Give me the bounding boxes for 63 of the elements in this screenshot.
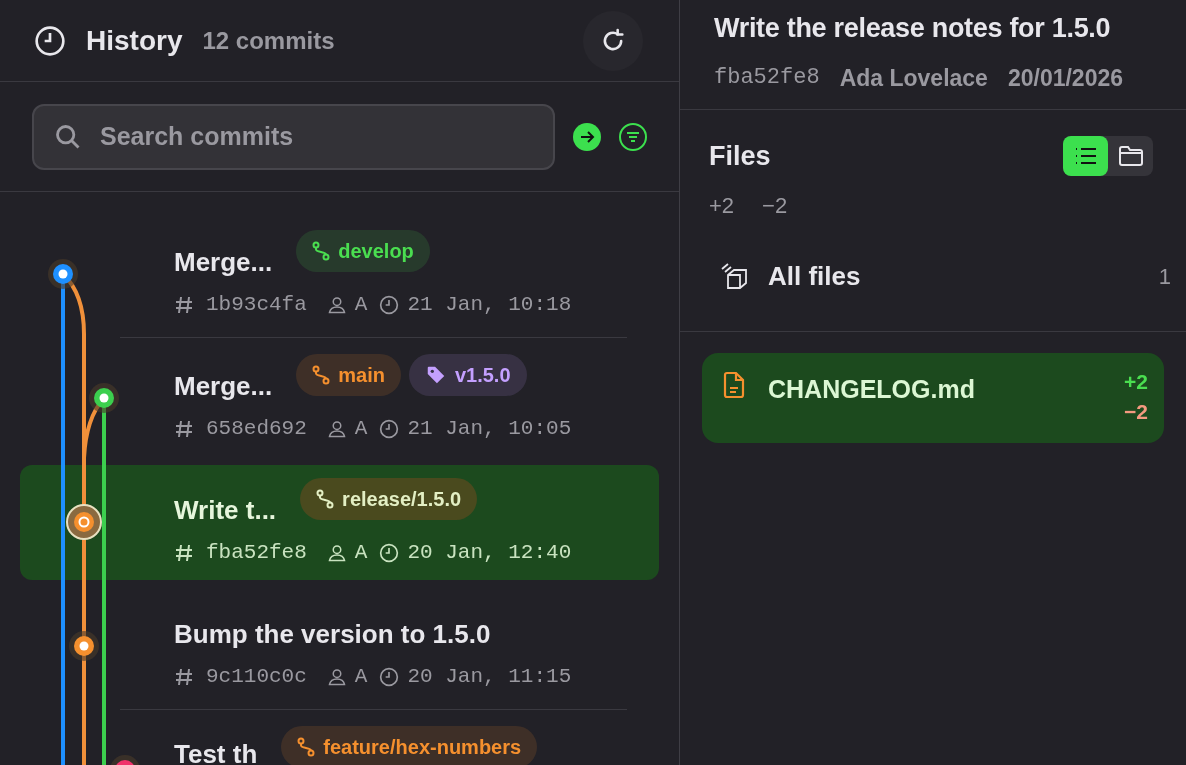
clock-icon — [34, 24, 66, 57]
filter-button[interactable] — [619, 122, 647, 151]
tag-badge: v1.5.0 — [408, 354, 527, 396]
hash-icon — [174, 294, 194, 315]
commit-time: 20 Jan, 11:15 — [407, 664, 572, 690]
clock-icon — [379, 542, 400, 563]
filter-icon — [625, 129, 641, 144]
commit-author: A — [354, 416, 368, 442]
clock-icon — [379, 666, 400, 687]
files-title: Files — [709, 140, 772, 173]
commit-date: 20/01/2026 — [1007, 63, 1124, 93]
search-icon — [54, 122, 82, 151]
hash-icon — [174, 666, 194, 687]
files-stack-icon — [720, 261, 748, 291]
user-icon — [326, 418, 347, 439]
clock-icon — [379, 418, 400, 439]
history-title: History — [86, 23, 183, 58]
user-icon — [326, 294, 347, 315]
commit-title: Merge... — [174, 373, 273, 399]
commit-count: 12 commits — [202, 25, 335, 56]
commit-title: Test th — [174, 741, 258, 765]
file-row[interactable]: CHANGELOG.md +2 −2 — [702, 352, 1164, 443]
commit-hash: fba52fe8 — [206, 540, 307, 566]
commit-hash: 1b93c4fa — [206, 292, 307, 318]
hash-icon — [174, 418, 194, 439]
user-icon — [326, 542, 347, 563]
search-field[interactable]: Search commits — [32, 103, 555, 170]
go-button[interactable] — [573, 122, 601, 151]
user-icon — [326, 666, 347, 687]
commit-author: A — [354, 540, 368, 566]
commit-hash: 9c110c0c — [206, 664, 307, 690]
branch-badge: main — [296, 354, 401, 396]
file-name: CHANGELOG.md — [768, 373, 975, 405]
commit-hash: 658ed692 — [206, 416, 307, 442]
added-count: +2 — [709, 191, 735, 220]
all-files-label[interactable]: All files — [768, 256, 861, 296]
commit-hash: fba52fe8 — [714, 64, 820, 93]
hash-icon — [174, 542, 194, 563]
commit-title: Write t... — [174, 497, 277, 523]
commit-author: A — [354, 664, 368, 690]
branch-badge: release/1.5.0 — [300, 478, 478, 520]
commit-title: Bump the version to 1.5.0 — [174, 621, 491, 647]
commit-detail-title: Write the release notes for 1.5.0 — [714, 12, 1112, 45]
branch-badge: develop — [296, 230, 430, 272]
commit-node[interactable] — [115, 760, 135, 765]
removed-count: −2 — [762, 191, 788, 220]
clock-icon — [379, 294, 400, 315]
branch-badge: feature/hex-numbers — [281, 726, 538, 765]
list-view-button[interactable] — [1063, 136, 1108, 176]
commit-time: 21 Jan, 10:18 — [407, 292, 572, 318]
commit-author: Ada Lovelace — [839, 63, 988, 93]
arrow-right-icon — [579, 128, 595, 145]
folder-icon — [1117, 145, 1144, 167]
file-icon — [722, 370, 746, 399]
commit-title: Merge... — [174, 249, 273, 275]
removed-count: −2 — [1124, 398, 1148, 425]
added-count: +2 — [1124, 368, 1148, 395]
commit-node[interactable] — [74, 512, 94, 532]
commit-author: A — [354, 292, 368, 318]
file-count: 1 — [1158, 262, 1171, 291]
commit-time: 21 Jan, 10:05 — [407, 416, 572, 442]
list-icon — [1073, 146, 1098, 166]
commit-time: 20 Jan, 12:40 — [407, 540, 572, 566]
